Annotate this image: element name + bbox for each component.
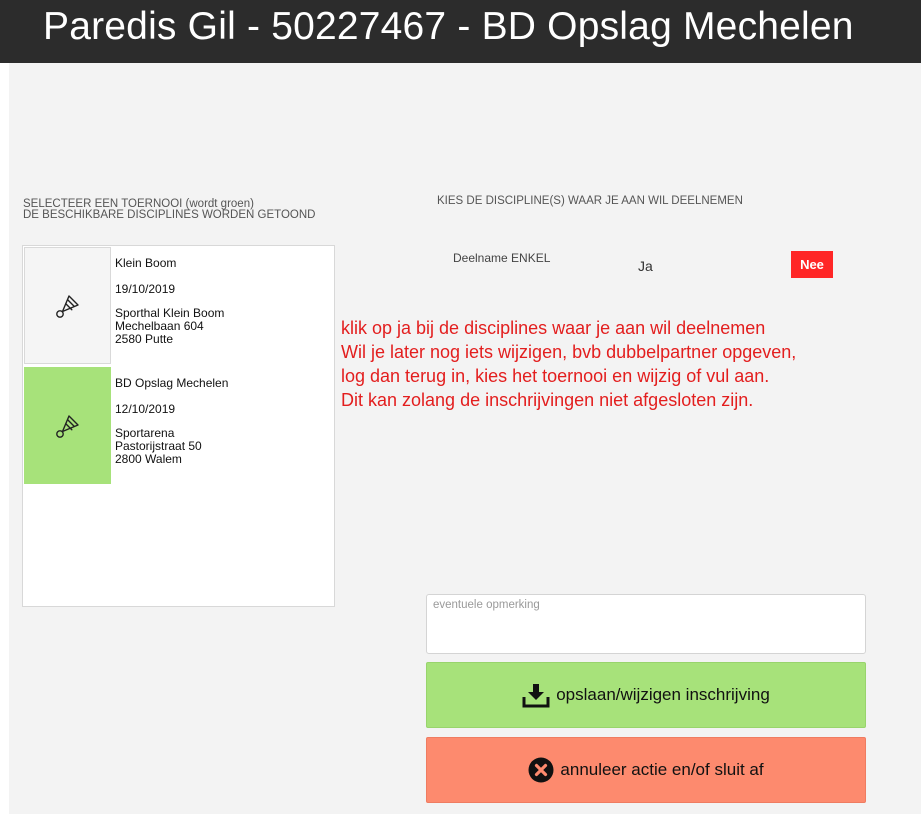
close-circle-icon	[528, 757, 554, 783]
shuttlecock-icon	[24, 367, 111, 484]
discipline-section-header: KIES DE DISCIPLINE(S) WAAR JE AAN WIL DE…	[437, 195, 743, 207]
tournament-name: Klein Boom	[115, 256, 177, 270]
tournament-item-bd-opslag-mechelen[interactable]: BD Opslag Mechelen 12/10/2019 Sportarena…	[23, 366, 335, 485]
title-bar: Paredis Gil - 50227467 - BD Opslag Meche…	[0, 0, 921, 63]
instructions-line: Wil je later nog iets wijzigen, bvb dubb…	[341, 342, 797, 362]
cancel-button-label: annuleer actie en/of sluit af	[560, 760, 764, 779]
page-title: Paredis Gil - 50227467 - BD Opslag Meche…	[43, 5, 854, 48]
tournament-name: BD Opslag Mechelen	[115, 376, 229, 390]
save-button-label: opslaan/wijzigen inschrijving	[556, 685, 770, 704]
tournament-address: Sporthal Klein Boom Mechelbaan 604 2580 …	[115, 307, 224, 346]
tournament-list: Klein Boom 19/10/2019 Sporthal Klein Boo…	[22, 245, 335, 607]
discipline-label-enkel: Deelname ENKEL	[453, 251, 551, 265]
tournament-date: 19/10/2019	[115, 282, 176, 296]
instructions-line: Dit kan zolang de inschrijvingen niet af…	[341, 390, 754, 410]
instructions-line: log dan terug in, kies het toernooi en w…	[341, 366, 770, 386]
page: Paredis Gil - 50227467 - BD Opslag Meche…	[0, 0, 921, 814]
tournament-city: 2580 Putte	[115, 332, 174, 346]
cancel-close-button[interactable]: annuleer actie en/of sluit af	[426, 737, 866, 803]
tournament-header-line2: DE BESCHIKBARE DISCIPLINES WORDEN GETOON…	[23, 209, 316, 221]
instructions-line: klik op ja bij de disciplines waar je aa…	[341, 318, 766, 338]
instructions-text: klik op ja bij de disciplines waar je aa…	[341, 316, 921, 412]
save-registration-button[interactable]: opslaan/wijzigen inschrijving	[426, 662, 866, 728]
tournament-address: Sportarena Pastorijstraat 50 2800 Walem	[115, 427, 202, 466]
remark-textarea[interactable]	[426, 594, 866, 654]
shuttlecock-icon	[24, 247, 111, 364]
left-edge	[0, 0, 9, 814]
tournament-city: 2800 Walem	[115, 452, 182, 466]
discipline-no-button[interactable]: Nee	[791, 251, 833, 278]
tournament-item-klein-boom[interactable]: Klein Boom 19/10/2019 Sporthal Klein Boo…	[23, 246, 335, 365]
discipline-yes-button[interactable]: Ja	[638, 258, 653, 274]
tournament-date: 12/10/2019	[115, 402, 176, 416]
tournament-section-header: SELECTEER EEN TOERNOOI (wordt groen) DE …	[23, 198, 316, 221]
download-icon	[522, 682, 550, 708]
